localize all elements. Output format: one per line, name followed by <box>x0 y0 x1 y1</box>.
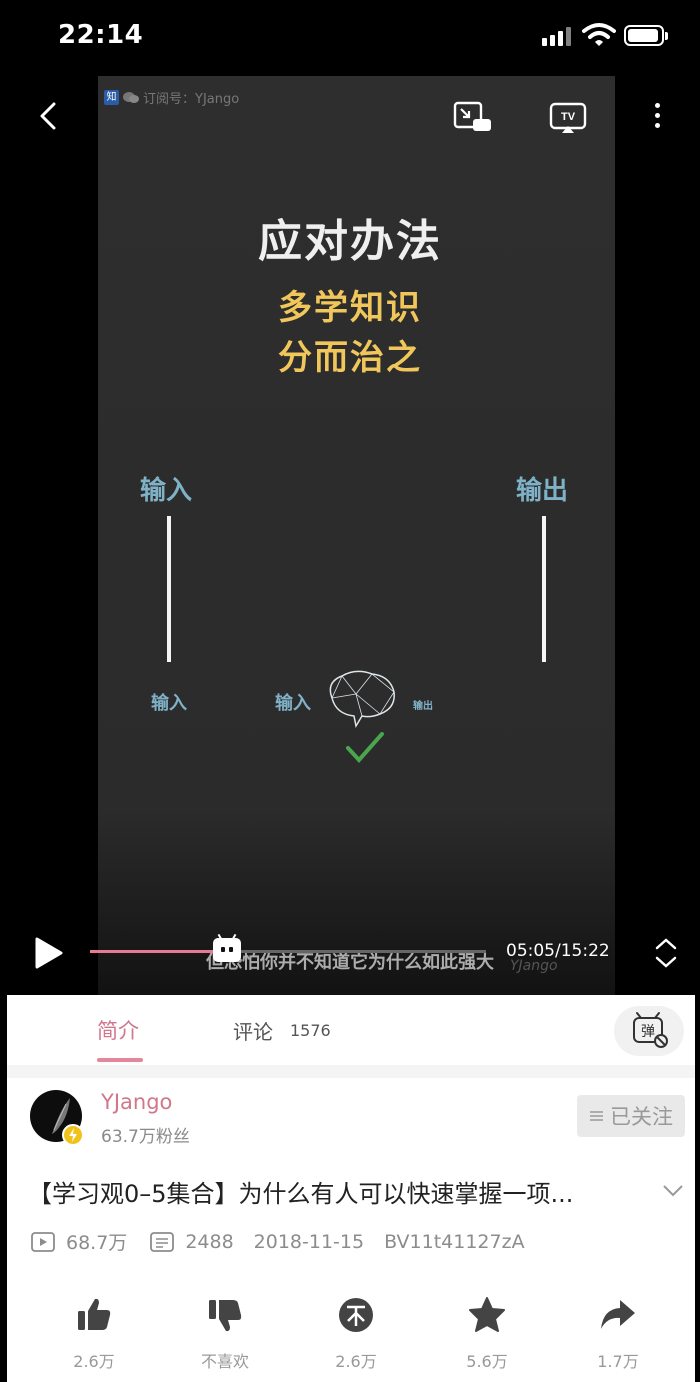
dislike-button[interactable]: 不喜欢 <box>185 1296 265 1372</box>
fullscreen-expand-icon[interactable] <box>652 936 680 970</box>
progress-knob-tv-icon[interactable] <box>213 938 241 962</box>
chevron-down-icon[interactable] <box>662 1184 684 1198</box>
share-count: 1.7万 <box>597 1352 639 1371</box>
video-title[interactable]: 【学习观0–5集合】为什么有人可以快速掌握一项... <box>28 1174 573 1209</box>
video-meta: 68.7万 2488 2018-11-15 BV11t41127zA <box>30 1228 525 1255</box>
progress-bar[interactable] <box>90 950 486 953</box>
follow-label: 已关注 <box>610 1105 673 1129</box>
play-icon[interactable] <box>34 936 64 970</box>
svg-text:弹: 弹 <box>641 1024 655 1040</box>
watermark-text: 订阅号：YJango <box>143 92 240 107</box>
follow-button[interactable]: 已关注 <box>577 1095 685 1137</box>
tab-comments[interactable]: 评论 <box>233 1016 273 1045</box>
view-count: 68.7万 <box>66 1232 128 1254</box>
tab-active-indicator <box>97 1058 143 1062</box>
back-arrow-icon[interactable] <box>28 98 68 134</box>
uploader-fans: 63.7万粉丝 <box>101 1127 190 1147</box>
favorite-count: 5.6万 <box>466 1352 508 1371</box>
checkmark-icon <box>346 732 384 763</box>
upload-date: 2018-11-15 <box>253 1230 365 1253</box>
like-button[interactable]: 2.6万 <box>54 1296 134 1372</box>
status-time: 22:14 <box>58 20 144 50</box>
video-headline: 应对办法 <box>258 216 442 267</box>
play-count-icon <box>31 1231 55 1252</box>
comment-count: 1576 <box>290 1021 331 1040</box>
picture-in-picture-icon[interactable] <box>445 100 495 136</box>
wifi-icon <box>582 23 616 46</box>
section-divider <box>7 1065 695 1078</box>
list-icon <box>590 1111 603 1121</box>
wechat-logo-icon <box>123 92 139 103</box>
cellular-signal-icon <box>542 26 572 46</box>
coin-count: 2.6万 <box>335 1352 377 1371</box>
cast-tv-icon[interactable]: TV <box>543 100 593 136</box>
video-watermark: 知 订阅号：YJango <box>104 88 239 107</box>
danmaku-toggle-button[interactable]: 弹 <box>614 1006 684 1056</box>
more-options-icon[interactable] <box>652 100 662 134</box>
video-detail-page: 22:14 知 订阅号：YJango TV 应对办法 多学知识 分而治之 输入 … <box>0 0 700 1382</box>
video-player[interactable] <box>7 0 695 995</box>
star-icon <box>469 1297 505 1332</box>
input-small-label: 输入 <box>151 693 187 714</box>
video-output-label: 输出 <box>516 476 569 506</box>
coin-icon <box>339 1298 373 1332</box>
thumbs-up-icon <box>78 1298 111 1330</box>
input-line <box>167 516 171 662</box>
brain-output-label: 输出 <box>413 701 433 712</box>
coin-button[interactable]: 2.6万 <box>316 1296 396 1372</box>
svg-text:TV: TV <box>561 111 576 123</box>
danmaku-count-icon <box>150 1231 175 1252</box>
share-button[interactable]: 1.7万 <box>578 1296 658 1372</box>
danmaku-count: 2488 <box>185 1230 234 1253</box>
output-line <box>542 516 546 662</box>
verified-badge-icon <box>62 1124 84 1146</box>
progress-fill <box>90 950 221 953</box>
like-count: 2.6万 <box>73 1352 115 1371</box>
video-input-label: 输入 <box>140 476 193 506</box>
battery-icon <box>624 25 668 46</box>
tab-intro[interactable]: 简介 <box>97 1015 139 1045</box>
channel-watermark: YJango <box>510 958 558 974</box>
thumbs-down-icon <box>209 1300 242 1332</box>
brain-input-label: 输入 <box>275 693 311 714</box>
brain-network-icon <box>329 670 395 729</box>
dislike-label: 不喜欢 <box>200 1352 249 1371</box>
uploader-name[interactable]: YJango <box>101 1090 172 1114</box>
zhihu-logo-icon: 知 <box>104 90 119 105</box>
favorite-button[interactable]: 5.6万 <box>447 1296 527 1372</box>
danmaku-off-icon: 弹 <box>633 1012 668 1048</box>
bv-id: BV11t41127zA <box>384 1230 525 1253</box>
video-subline-1: 多学知识 <box>278 288 422 328</box>
share-icon <box>601 1300 635 1329</box>
video-subline-2: 分而治之 <box>278 338 422 378</box>
